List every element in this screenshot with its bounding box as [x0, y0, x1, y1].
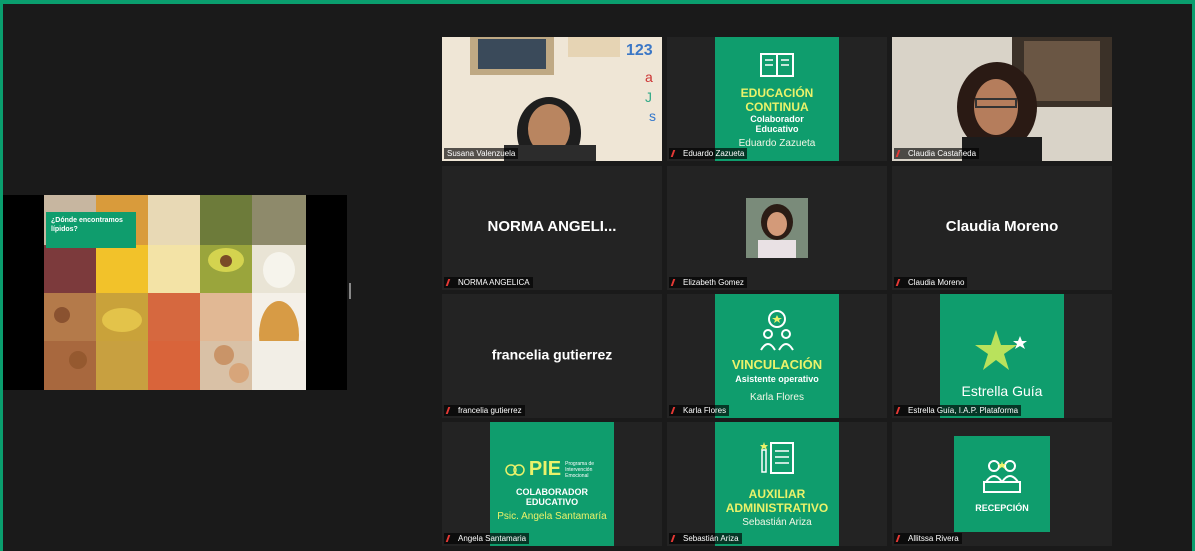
participant-name-label: Susana Valenzuela — [444, 148, 519, 159]
window-top-border — [0, 0, 1195, 4]
svg-text:J: J — [645, 89, 652, 105]
muted-mic-icon — [670, 535, 681, 542]
muted-mic-icon — [895, 279, 906, 286]
profile-poster: VINCULACIÓN Asistente operativo Karla Fl… — [715, 294, 839, 418]
participant-tile-eduardo[interactable]: EDUCACIÓN CONTINUA Colaborador Educativo… — [667, 37, 887, 161]
profile-poster: RECEPCIÓN — [954, 436, 1050, 532]
profile-photo — [746, 198, 808, 258]
participant-tile-allitssa[interactable]: RECEPCIÓN Allitssa Rivera — [892, 422, 1112, 546]
camera-video: 123 a J s — [442, 37, 662, 161]
participant-tile-angela[interactable]: PIE Programa de Intervención Emocional C… — [442, 422, 662, 546]
participant-tile-estrella-guia[interactable]: Estrella Guía Estrella Guía, I.A.P. Plat… — [892, 294, 1112, 418]
participant-tile-norma[interactable]: NORMA ANGELI... NORMA ANGELICA — [442, 166, 662, 290]
participant-display-name: francelia gutierrez — [491, 346, 613, 363]
muted-mic-icon — [445, 279, 456, 286]
reception-desk-icon — [983, 460, 1021, 493]
participant-name-label: Angela Santamaria — [444, 533, 530, 544]
split-view-handle[interactable] — [349, 283, 351, 299]
participant-tile-claudia-castaneda[interactable]: Claudia Castañeda — [892, 37, 1112, 161]
heads-icon — [505, 463, 525, 476]
book-icon — [760, 53, 794, 77]
participant-display-name: Claudia Moreno — [945, 217, 1059, 235]
participant-name-label: Elizabeth Gomez — [669, 277, 747, 288]
participant-name-label: Estrella Guía, I.A.P. Plataforma — [894, 405, 1022, 416]
muted-mic-icon — [670, 150, 681, 157]
participant-name-label: Karla Flores — [669, 405, 730, 416]
muted-mic-icon — [895, 150, 906, 157]
participant-tile-karla[interactable]: VINCULACIÓN Asistente operativo Karla Fl… — [667, 294, 887, 418]
profile-poster: Estrella Guía — [940, 294, 1064, 418]
muted-mic-icon — [670, 279, 681, 286]
profile-poster: PIE Programa de Intervención Emocional C… — [490, 422, 614, 546]
shared-screen[interactable]: ¿Dónde encontramos lípidos? — [3, 195, 347, 390]
star-logo-icon — [975, 330, 1027, 370]
participant-name-label: Allitssa Rivera — [894, 533, 962, 544]
participant-name-label: Eduardo Zazueta — [669, 148, 748, 159]
svg-text:a: a — [645, 69, 653, 85]
participant-tile-elizabeth[interactable]: Elizabeth Gomez — [667, 166, 887, 290]
muted-mic-icon — [670, 407, 681, 414]
participant-name-label: NORMA ANGELICA — [444, 277, 533, 288]
participant-tile-sebastian[interactable]: AUXILIAR ADMINISTRATIVO Sebastián Ariza … — [667, 422, 887, 546]
participant-name-label: francelia gutierrez — [444, 405, 525, 416]
profile-poster: EDUCACIÓN CONTINUA Colaborador Educativo… — [715, 37, 839, 161]
participant-name-label: Sebastián Ariza — [669, 533, 742, 544]
slide-title: ¿Dónde encontramos lípidos? — [46, 212, 136, 248]
camera-video — [892, 37, 1112, 161]
muted-mic-icon — [895, 535, 906, 542]
participant-name-label: Claudia Moreno — [894, 277, 968, 288]
participant-tile-francelia[interactable]: francelia gutierrez francelia gutierrez — [442, 294, 662, 418]
presentation-slide: ¿Dónde encontramos lípidos? — [44, 195, 306, 390]
svg-text:s: s — [649, 108, 656, 124]
participant-display-name: NORMA ANGELI... — [487, 217, 617, 235]
profile-poster: AUXILIAR ADMINISTRATIVO Sebastián Ariza — [715, 422, 839, 546]
muted-mic-icon — [445, 407, 456, 414]
muted-mic-icon — [445, 535, 456, 542]
participant-name-label: Claudia Castañeda — [894, 148, 980, 159]
muted-mic-icon — [895, 407, 906, 414]
team-icon — [760, 310, 794, 351]
notebook-icon — [760, 442, 794, 474]
participant-tile-susana[interactable]: 123 a J s Susana Valenzuela — [442, 37, 662, 161]
svg-text:123: 123 — [626, 42, 653, 59]
participant-tile-claudia-moreno[interactable]: Claudia Moreno Claudia Moreno — [892, 166, 1112, 290]
